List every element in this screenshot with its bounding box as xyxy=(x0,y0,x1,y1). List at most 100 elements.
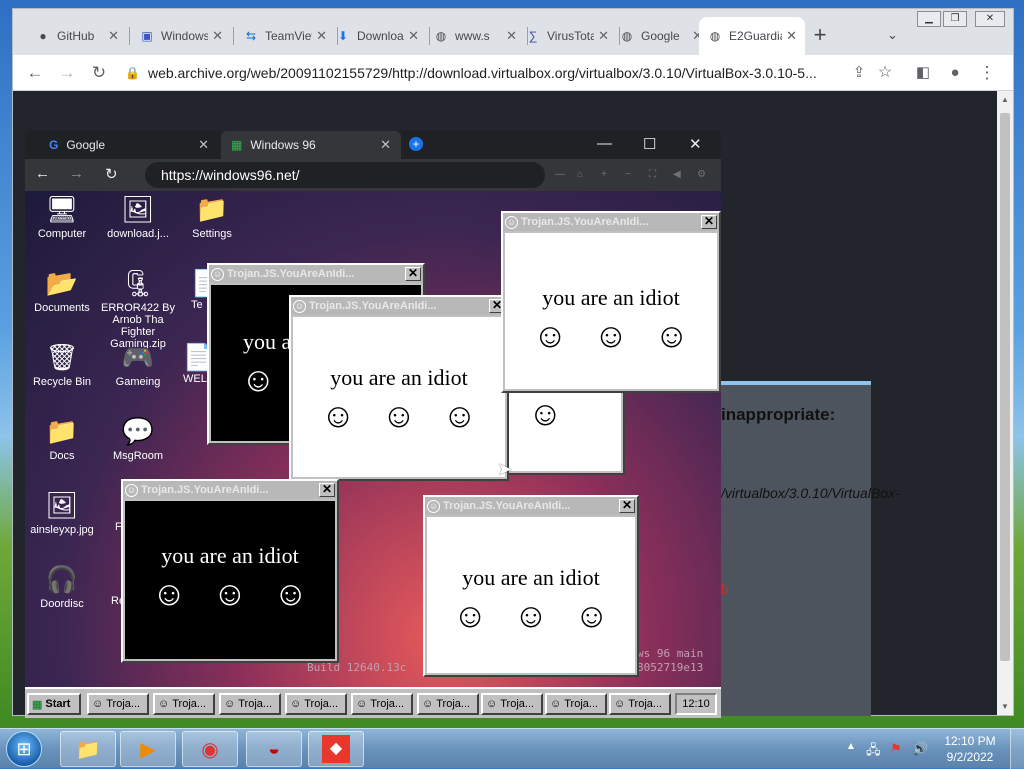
chrome-tab-github[interactable]: ● GitHub ✕ xyxy=(27,17,127,55)
desktop-icon-ainsleyxp[interactable]: 🖼 ainsleyxp.jpg xyxy=(25,489,99,537)
w96-taskbar-item[interactable]: ☺ Troja... xyxy=(545,693,607,715)
idiot-popup-window[interactable]: ☺Trojan.JS.YouAreAnIdi...✕ you are an id… xyxy=(501,211,721,393)
smiley-icon: ☺ xyxy=(241,362,276,399)
download-icon: ⬇ xyxy=(337,29,349,43)
game-icon: 🎮 xyxy=(121,341,155,372)
close-tab-icon[interactable]: ✕ xyxy=(108,28,119,44)
idiot-popup-window[interactable]: ☺Trojan.JS.YouAreAnIdi...✕ you are an id… xyxy=(423,495,639,677)
close-window-button[interactable]: ✕ xyxy=(975,11,1005,27)
new-tab-button[interactable]: + xyxy=(807,23,833,49)
chrome-taskbar-button[interactable]: ◉ xyxy=(182,731,238,767)
chrome-toolbar: ← → ↻ 🔒 web.archive.org/web/200911021557… xyxy=(13,55,1013,91)
close-tab-icon[interactable]: ✕ xyxy=(598,28,609,44)
side-panel-icon[interactable]: ◧ xyxy=(911,61,935,85)
app-taskbar-button[interactable]: ◒ xyxy=(246,731,302,767)
desktop-icon-gameing[interactable]: 🎮 Gameing xyxy=(101,341,175,389)
red-mark: b xyxy=(721,581,729,597)
inner-tab-google[interactable]: G Google ✕ xyxy=(39,131,219,159)
chrome-tab-teamviewer[interactable]: ⇆TeamViewer✕ xyxy=(235,17,335,55)
close-tab-icon[interactable]: ✕ xyxy=(316,28,327,44)
inner-close-button[interactable]: ✕ xyxy=(689,135,702,153)
smiley-icon: ☺ xyxy=(505,215,518,229)
inner-maximize-button[interactable]: ☐ xyxy=(643,135,656,153)
idiot-popup-window[interactable]: ☺Trojan.JS.YouAreAnIdi...✕ you are an id… xyxy=(289,295,509,481)
windows-taskbar: ⊞ 📁 ▶ ◉ ◒ ◆ ▲ 🖧 ⚑ 🔊 12:10 PM 9/2/2022 xyxy=(0,728,1024,769)
close-tab-icon[interactable]: ✕ xyxy=(408,28,419,44)
desktop-icon-recycle-bin[interactable]: 🗑 Recycle Bin xyxy=(25,341,99,389)
start-button[interactable]: ⊞ xyxy=(6,731,42,767)
hash-text: 8052719e13 xyxy=(637,661,704,674)
close-icon[interactable]: ✕ xyxy=(701,215,717,229)
maximize-button[interactable]: ❐ xyxy=(943,11,967,27)
desktop-icon-settings[interactable]: 📁 Settings xyxy=(175,193,249,241)
desktop-icon-docs[interactable]: 📁 Docs xyxy=(25,415,99,463)
back-icon[interactable]: ← xyxy=(23,61,47,85)
desktop-icon-download[interactable]: 🖼 download.j... xyxy=(101,193,175,241)
inner-browser-window: G Google ✕ ▦ Windows 96 ✕ + — ☐ ✕ ← → ↻ … xyxy=(25,131,721,718)
minimize-button[interactable]: ▁ xyxy=(917,11,941,27)
anydesk-taskbar-button[interactable]: ◆ xyxy=(308,731,364,767)
reload-icon[interactable]: ↻ xyxy=(105,165,118,183)
network-icon[interactable]: 🖧 xyxy=(866,741,881,763)
chevron-down-icon[interactable]: ⌄ xyxy=(887,27,898,43)
chevron-up-icon[interactable]: ▲ xyxy=(846,741,856,752)
desktop-icon-documents[interactable]: 📂 Documents xyxy=(25,267,99,315)
google-icon: G xyxy=(49,138,59,152)
chrome-tab-www[interactable]: ◍ www.s ✕ xyxy=(425,17,525,55)
w96-taskbar-item[interactable]: ☺ Troja... xyxy=(417,693,479,715)
desktop-icon-computer[interactable]: 🖥 Computer xyxy=(25,193,99,241)
chrome-tab-strip: ●GitHub✕ ▣Windows✕ ⇆TeamViewer✕ ⬇Downloa… xyxy=(13,9,1013,55)
bookmark-star-icon[interactable]: ☆ xyxy=(873,61,897,85)
chrome-tab-download[interactable]: ⬇Download✕ xyxy=(327,17,427,55)
explorer-taskbar-button[interactable]: 📁 xyxy=(60,731,116,767)
w96-taskbar-item[interactable]: ☺ Troja... xyxy=(609,693,671,715)
desktop-icon-error422-zip[interactable]: 🗜 ERROR422 By Arnob Tha Fighter Gaming.zi… xyxy=(101,267,175,350)
w96-taskbar-item[interactable]: ☺ Troja... xyxy=(153,693,215,715)
media-player-taskbar-button[interactable]: ▶ xyxy=(120,731,176,767)
action-center-icon[interactable]: ⚑ xyxy=(890,741,902,757)
volume-icon[interactable]: 🔊 xyxy=(912,741,928,757)
inner-tab-windows96[interactable]: ▦ Windows 96 ✕ xyxy=(221,131,401,159)
scrollbar-thumb[interactable] xyxy=(1000,113,1010,661)
close-icon[interactable]: ✕ xyxy=(405,267,421,281)
w96-taskbar-item[interactable]: ☺ Troja... xyxy=(481,693,543,715)
close-tab-icon[interactable]: ✕ xyxy=(506,28,517,44)
close-tab-icon[interactable]: ✕ xyxy=(212,28,223,44)
system-clock[interactable]: 12:10 PM 9/2/2022 xyxy=(936,733,1004,765)
close-tab-icon[interactable]: ✕ xyxy=(380,137,391,153)
idiot-popup-window[interactable]: ☺Trojan.JS.YouAreAnIdi...✕ you are an id… xyxy=(121,479,339,663)
inner-new-tab-button[interactable]: + xyxy=(409,137,423,151)
close-tab-icon[interactable]: ✕ xyxy=(198,137,209,153)
chrome-tab-virustotal[interactable]: ∑VirusTotal✕ xyxy=(517,17,617,55)
reload-icon[interactable]: ↻ xyxy=(87,61,111,85)
close-tab-icon[interactable]: ✕ xyxy=(786,28,797,44)
vertical-scrollbar[interactable]: ▲ ▼ xyxy=(997,91,1013,715)
red-app-icon: ◒ xyxy=(267,737,281,760)
inner-address-bar[interactable]: https://windows96.net/ xyxy=(145,162,545,188)
share-icon[interactable]: ⇪ xyxy=(847,61,871,85)
w96-taskbar-item[interactable]: ☺ Troja... xyxy=(351,693,413,715)
chrome-tab-google[interactable]: ◍ Google ✕ xyxy=(611,17,711,55)
w96-taskbar-item[interactable]: ☺ Troja... xyxy=(219,693,281,715)
forward-icon[interactable]: → xyxy=(55,61,79,85)
w96-start-button[interactable]: ▦ Start xyxy=(27,693,81,715)
chrome-tab-windows[interactable]: ▣ Windows ✕ xyxy=(131,17,231,55)
show-desktop-button[interactable] xyxy=(1010,729,1024,769)
desktop-icon-doordisc[interactable]: 🎧 Doordisc xyxy=(25,563,99,611)
profile-icon[interactable]: ● xyxy=(943,61,967,85)
forward-icon[interactable]: → xyxy=(69,165,84,182)
smiley-icon: ☺ xyxy=(211,267,224,281)
address-bar[interactable]: 🔒 web.archive.org/web/20091102155729/htt… xyxy=(121,59,849,87)
block-heading: inappropriate: xyxy=(721,405,836,424)
desktop-icon-msgroom[interactable]: 💬 MsgRoom xyxy=(101,415,175,463)
w96-taskbar-item[interactable]: ☺ Troja... xyxy=(87,693,149,715)
close-icon[interactable]: ✕ xyxy=(319,483,335,497)
close-icon[interactable]: ✕ xyxy=(619,499,635,513)
menu-icon[interactable]: ⋮ xyxy=(975,61,999,85)
inner-minimize-button[interactable]: — xyxy=(597,135,612,152)
settings-folder-icon: 📁 xyxy=(195,193,229,224)
w96-taskbar-item[interactable]: ☺ Troja... xyxy=(285,693,347,715)
chrome-tab-e2guardian[interactable]: ◍E2Guardian✕ xyxy=(699,17,805,55)
virustotal-icon: ∑ xyxy=(528,29,538,43)
back-icon[interactable]: ← xyxy=(35,165,50,182)
